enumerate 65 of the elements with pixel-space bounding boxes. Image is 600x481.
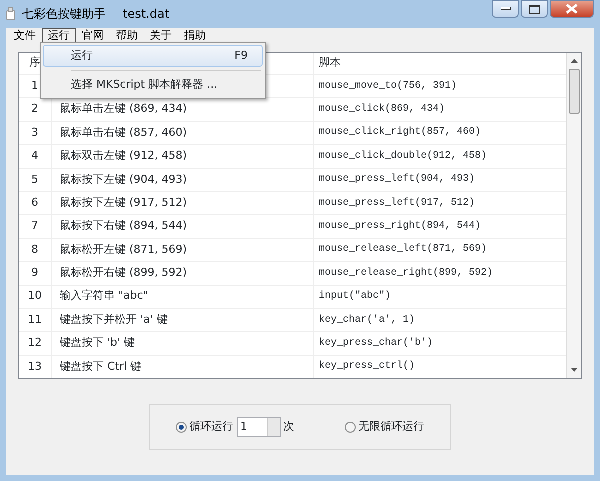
close-icon — [566, 4, 578, 14]
unit-label: 次 — [284, 418, 294, 435]
row-number: 5 — [30, 172, 40, 188]
radio-label[interactable]: 无限循环运行 — [358, 418, 424, 436]
table-cell-text: 鼠标松开左键 (871, 569) — [60, 242, 188, 258]
maximize-button[interactable] — [521, 0, 548, 18]
menu-option[interactable]: 运行 F9 — [43, 45, 263, 67]
scrollbar[interactable] — [566, 53, 581, 378]
minimize-button[interactable] — [492, 0, 519, 18]
table-cell-text: mouse_release_right(899, 592) — [319, 266, 494, 281]
scroll-thumb[interactable] — [568, 69, 580, 114]
row-number: 11 — [27, 312, 43, 328]
row-number: 10 — [27, 288, 43, 304]
menu-item[interactable]: 关于 — [144, 28, 178, 44]
menu-item[interactable]: 帮助 — [110, 28, 144, 44]
table-cell-text: mouse_press_left(904, 493) — [319, 172, 476, 188]
table-cell-text: mouse_press_right(894, 544) — [319, 220, 482, 234]
scroll-up-icon[interactable] — [570, 59, 578, 63]
row-number: 7 — [30, 218, 40, 234]
table-cell-text: key_char('a', 1) — [319, 314, 416, 328]
table-cell-text: 鼠标双击左键 (912, 458) — [60, 148, 188, 164]
minimize-icon — [500, 7, 510, 11]
table-cell-text: 键盘按下 Ctrl 键 — [60, 358, 142, 375]
radio-label[interactable]: 循环运行 — [190, 418, 234, 436]
menu-option[interactable]: 选择 MKScript 脚本解释器 ... — [43, 74, 263, 96]
table-cell-text: mouse_press_left(917, 512) — [319, 196, 476, 211]
table-cell-text: mouse_move_to(756, 391) — [319, 80, 458, 94]
table-cell-text: input("abc") — [319, 290, 392, 304]
radio-button[interactable] — [344, 422, 356, 432]
table-cell-text: 鼠标按下右键 (894, 544) — [60, 218, 188, 234]
menu-item[interactable]: 文件 — [8, 28, 42, 44]
row-number: 13 — [27, 358, 43, 375]
table-cell-text: key_press_char('b') — [319, 336, 434, 351]
maximize-icon — [529, 4, 540, 14]
menu-item[interactable]: 官网 — [76, 28, 110, 44]
table-cell-text: mouse_release_left(871, 569) — [319, 242, 488, 258]
table-cell-text: mouse_click(869, 434) — [319, 102, 446, 118]
table-cell-text: 鼠标单击左键 (869, 434) — [60, 101, 188, 118]
scroll-down-icon[interactable] — [570, 368, 578, 372]
table-cell-text: mouse_click_double(912, 458) — [319, 150, 488, 164]
radio-button[interactable] — [176, 422, 186, 432]
row-number: 1 — [30, 78, 40, 94]
row-number: 6 — [30, 194, 40, 211]
table-cell-text: 输入字符串 "abc" — [60, 288, 148, 304]
row-number: 12 — [27, 335, 43, 352]
count-spinner[interactable]: 1 — [236, 417, 280, 437]
row-number: 9 — [30, 265, 40, 282]
menu-item[interactable]: 捐助 — [178, 28, 212, 44]
table-cell-text: 鼠标按下左键 (917, 512) — [60, 194, 188, 211]
file-name: test.dat — [123, 6, 170, 23]
table-cell-text: 鼠标按下左键 (904, 493) — [60, 172, 188, 188]
column-header: 序 — [28, 55, 42, 72]
table-cell-text: 鼠标单击右键 (857, 460) — [60, 124, 188, 141]
row-number: 8 — [30, 242, 40, 258]
table-cell-text: mouse_click_right(857, 460) — [319, 126, 482, 140]
window-title: 七彩色按键助手 — [22, 6, 106, 23]
table-cell-text: 键盘按下 'b' 键 — [60, 335, 136, 352]
row-number: 2 — [30, 101, 40, 118]
table-cell-text: 键盘按下并松开 'a' 键 — [60, 312, 168, 328]
close-button[interactable] — [550, 0, 594, 18]
app-icon — [6, 6, 16, 21]
row-number: 3 — [30, 124, 40, 141]
table-cell-text: key_press_ctrl() — [319, 360, 416, 374]
table-cell-text: 鼠标松开右键 (899, 592) — [60, 265, 188, 282]
row-number: 4 — [30, 148, 40, 164]
